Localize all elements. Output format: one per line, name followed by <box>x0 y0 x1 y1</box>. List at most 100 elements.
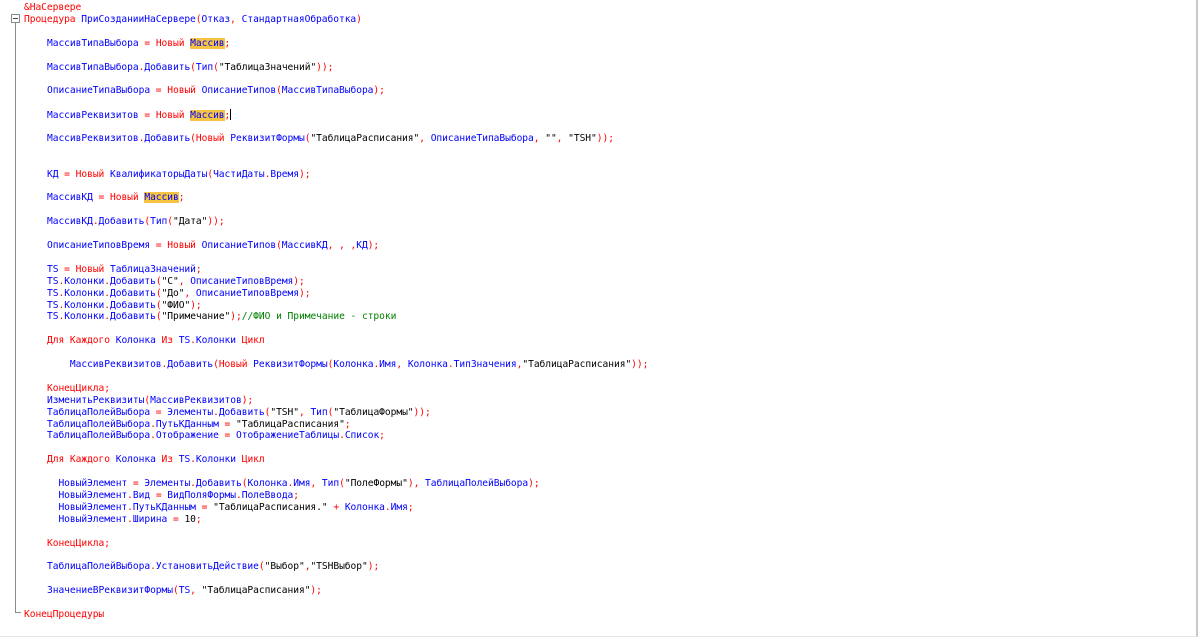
code-token: ТипЗначения <box>453 359 517 370</box>
code-token: ТаблицаПолейВыбора <box>47 418 151 430</box>
code-token: "TSH" <box>270 406 299 418</box>
code-token: TS <box>47 263 59 275</box>
code-token: КД <box>356 240 368 251</box>
code-token: Тип <box>150 216 168 228</box>
code-line: Для Каждого Колонка Из TS.Колонки Цикл <box>47 454 265 466</box>
code-token: НовыйЭлемент <box>58 478 128 489</box>
code-token: ); <box>310 585 322 597</box>
code-token: Добавить <box>98 216 145 228</box>
code-token: ); <box>293 275 305 287</box>
fold-guide-line <box>15 23 16 613</box>
text-cursor <box>230 109 232 121</box>
code-token: Новый <box>110 192 145 204</box>
code-token: ТаблицаПолейВыбора <box>47 561 151 573</box>
code-token: ; <box>344 418 351 430</box>
code-line: Для Каждого Колонка Из TS.Колонки Цикл <box>47 335 265 347</box>
code-token: = <box>150 85 168 97</box>
code-token: "ТаблицаРасписания" <box>201 585 311 597</box>
code-token: = <box>167 513 185 525</box>
code-token: ); <box>190 299 202 311</box>
code-line: МассивКД.Добавить(Тип("Дата")); <box>47 216 225 228</box>
code-token: ; <box>224 37 231 49</box>
code-token: ОписаниеТиповВремя <box>47 240 151 251</box>
code-token: , <box>533 132 546 144</box>
code-token: ОписаниеТипов <box>201 85 277 97</box>
code-line: НовыйЭлемент.Ширина = 10; <box>47 513 201 526</box>
code-token: "ПолеФормы" <box>344 478 408 489</box>
code-token: Колонки <box>64 311 105 323</box>
code-token: , <box>310 478 322 489</box>
code-token: ПолеВвода <box>241 489 294 501</box>
code-token: ЗначениеВРеквизитФормы <box>47 585 173 597</box>
code-token: &НаСервере <box>24 2 82 13</box>
code-token: Имя <box>379 359 397 370</box>
code-token: , , , <box>327 240 357 251</box>
code-token: Вид <box>132 489 151 501</box>
code-line: МассивРеквизитов.Добавить(Новый Реквизит… <box>47 133 614 145</box>
code-token: Колонка <box>247 478 288 489</box>
code-token: ТаблицаПолейВыбора <box>425 478 529 489</box>
code-token: Тип <box>310 406 328 418</box>
code-token: ; <box>379 430 385 442</box>
code-token: ТаблицаПолейВыбора <box>47 406 151 418</box>
code-line: КонецЦикла; <box>47 538 110 550</box>
code-token: Добавить <box>144 61 191 73</box>
code-token: ОтображениеТаблицы <box>236 430 340 442</box>
code-token: , <box>419 132 431 144</box>
code-editor[interactable]: &НаСервере Процедура ПриСозданииНаСервере… <box>0 0 1198 637</box>
code-token: Для Каждого <box>47 454 116 466</box>
code-token: ) <box>356 13 362 25</box>
code-token: Цикл <box>236 335 265 347</box>
code-token: Добавить <box>110 299 156 311</box>
code-line: МассивКД = Новый Массив; <box>47 192 185 204</box>
code-token: = <box>127 478 145 489</box>
code-line: ТаблицаПолейВыбора = Элементы.Добавить("… <box>47 407 431 419</box>
code-token: "" <box>545 132 557 144</box>
code-token: РеквизитФормы <box>230 132 305 144</box>
code-token: УстановитьДействие <box>155 561 259 573</box>
code-token: Добавить <box>167 359 214 370</box>
code-token: МассивКД <box>281 240 328 251</box>
code-token: Колонки <box>195 454 236 466</box>
code-token: "До" <box>161 287 185 299</box>
code-token: "ТаблицаРасписания." <box>213 501 328 513</box>
code-token: ; <box>293 489 300 501</box>
code-token: КонецПроцедуры <box>24 608 105 620</box>
code-token: Тип <box>321 478 340 489</box>
code-token: = <box>58 168 76 180</box>
code-token: TS <box>47 275 59 287</box>
code-token: ОписаниеТиповВремя <box>195 287 299 299</box>
code-token: ЧастиДаты <box>213 168 265 180</box>
code-token: = <box>58 263 76 275</box>
code-token: ); <box>299 287 311 299</box>
code-token: Ширина <box>132 513 168 525</box>
code-token: ); <box>528 478 540 489</box>
code-line: TS.Колонки.Добавить("До", ОписаниеТиповВ… <box>47 287 311 300</box>
code-token: Колонки <box>64 299 105 311</box>
code-token: Элементы <box>167 406 214 418</box>
code-token: )); <box>207 216 225 228</box>
code-line: НовыйЭлемент = Элементы.Добавить(Колонка… <box>47 478 540 490</box>
code-token: ПутьКДанным <box>132 501 196 513</box>
code-token: Колонка <box>115 454 156 466</box>
code-token: )); <box>596 132 614 144</box>
code-token: TS <box>178 335 191 347</box>
code-token: Новый <box>195 132 231 144</box>
code-token: "ТаблицаРасписания" <box>236 418 345 430</box>
code-token: Добавить <box>144 132 191 144</box>
code-token: Колонка <box>333 359 374 370</box>
code-token: Массив <box>144 192 179 204</box>
code-token: Имя <box>390 501 408 513</box>
code-token: КвалификаторыДаты <box>110 168 208 180</box>
code-token: СтандартнаяОбработка <box>241 13 357 25</box>
code-token: "TSH" <box>568 132 597 144</box>
collapse-toggle-icon[interactable] <box>11 14 20 23</box>
code-token: "ФИО" <box>161 299 191 311</box>
code-token: Добавить <box>110 275 156 287</box>
code-token: МассивРеквизитов <box>69 359 162 370</box>
